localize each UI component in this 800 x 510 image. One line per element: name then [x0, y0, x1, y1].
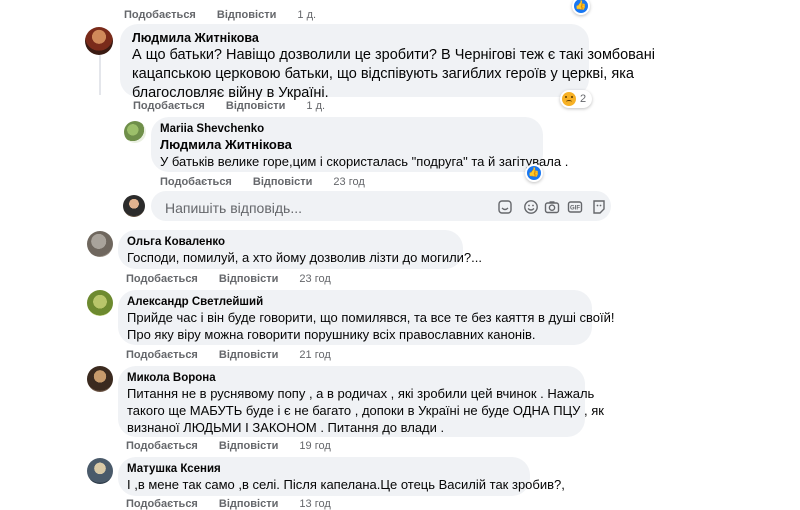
comment-text-line: кацапською церковою батьки, що відспівую… [132, 66, 634, 82]
comment-author[interactable]: Людмила Житнікова [132, 30, 577, 46]
reaction-summary[interactable] [525, 164, 543, 182]
comment-time[interactable]: 21 год [299, 349, 330, 361]
sad-face-icon [562, 92, 576, 106]
comment-time[interactable]: 1 д. [297, 9, 316, 21]
reaction-count: 2 [580, 93, 587, 105]
reply-input[interactable]: Напишіть відповідь... GIF [151, 191, 611, 221]
comment-author[interactable]: Mariia Shevchenko [160, 122, 534, 136]
comment-text-line: А що батьки? Навіщо дозволили це зробити… [132, 47, 655, 63]
avatar-sticker-icon[interactable] [591, 199, 607, 215]
comment-bubble: Матушка Ксения І ,в мене так само ,в сел… [118, 457, 565, 496]
comment-actions: Подобається Відповісти 23 год [126, 273, 331, 285]
avatar[interactable] [124, 121, 146, 143]
reply-link[interactable]: Відповісти [219, 273, 278, 285]
reaction-summary[interactable]: 2 [560, 90, 592, 108]
comment-text-line: Питання не в руснявому попу , а в родича… [127, 386, 595, 401]
comment-text-line: Прийде час і він буде говорити, що помил… [127, 310, 615, 325]
comment-text-line: такого ще МАБУТЬ буде і є не багато , до… [127, 403, 604, 418]
comment-time[interactable]: 23 год [299, 273, 330, 285]
thumbs-up-icon [527, 166, 541, 180]
comment-actions: Подобається Відповісти 13 год [126, 498, 331, 510]
thread-line [99, 55, 101, 95]
reply-link[interactable]: Відповісти [217, 9, 276, 21]
comment-actions: Подобається Відповісти 23 год [160, 176, 365, 188]
like-link[interactable]: Подобається [133, 100, 205, 112]
comment-time[interactable]: 13 год [299, 498, 330, 510]
comment-actions: Подобається Відповісти 19 год [126, 440, 331, 452]
current-user-avatar[interactable] [123, 195, 145, 217]
avatar[interactable] [87, 290, 113, 316]
comment-text-line: Господи, помилуй, а хто йому дозволив лі… [127, 250, 482, 265]
comment-bubble: Александр Светлейший Прийде час і він бу… [118, 290, 615, 345]
comment-actions: Подобається Відповісти 1 д. [133, 100, 325, 112]
camera-icon[interactable] [544, 199, 560, 215]
comment-author[interactable]: Александр Светлейший [127, 295, 583, 309]
reply-placeholder: Напишіть відповідь... [165, 200, 302, 216]
like-link[interactable]: Подобається [126, 273, 198, 285]
comment-bubble: Микола Ворона Питання не в руснявому поп… [118, 366, 604, 437]
comment-time[interactable]: 19 год [299, 440, 330, 452]
comment-author[interactable]: Матушка Ксения [127, 462, 521, 476]
comment-bubble: Mariia Shevchenko Людмила Житнікова У ба… [151, 117, 569, 172]
like-link[interactable]: Подобається [124, 9, 196, 21]
avatar[interactable] [85, 27, 113, 55]
avatar[interactable] [87, 458, 113, 484]
like-link[interactable]: Подобається [160, 176, 232, 188]
reply-link[interactable]: Відповісти [219, 349, 278, 361]
comment-actions: Подобається Відповісти 21 год [126, 349, 331, 361]
reply-link[interactable]: Відповісти [226, 100, 285, 112]
like-link[interactable]: Подобається [126, 349, 198, 361]
mention-link[interactable]: Людмила Житнікова [160, 136, 534, 153]
thumbs-up-icon [574, 0, 588, 13]
gif-icon[interactable]: GIF [567, 199, 583, 215]
comment-author[interactable]: Ольга Коваленко [127, 235, 454, 249]
emoji-icon[interactable] [523, 199, 539, 215]
comment-bubble: Людмила Житнікова А що батьки? Навіщо до… [120, 24, 655, 101]
comment-bubble: Ольга Коваленко Господи, помилуй, а хто … [118, 230, 482, 269]
reply-link[interactable]: Відповісти [219, 440, 278, 452]
avatar[interactable] [87, 231, 113, 257]
reply-link[interactable]: Відповісти [253, 176, 312, 188]
comment-actions-top: Подобається Відповісти 1 д. [124, 9, 316, 21]
like-link[interactable]: Подобається [126, 498, 198, 510]
like-link[interactable]: Подобається [126, 440, 198, 452]
svg-text:GIF: GIF [570, 206, 580, 212]
comment-author[interactable]: Микола Ворона [127, 371, 576, 385]
reply-link[interactable]: Відповісти [219, 498, 278, 510]
comment-text-line: визнаної ЛЮДЬМИ І ЗАКОНОМ . Питання до в… [127, 420, 445, 435]
sticker-icon[interactable] [497, 199, 513, 215]
comment-text-line: У батьків велике горе,цим і скористалась… [160, 154, 569, 169]
comment-time[interactable]: 23 год [333, 176, 364, 188]
comment-text-line: І ,в мене так само ,в селі. Після капела… [127, 477, 565, 492]
comment-text-line: Про яку віру можна говорити порушнику вс… [127, 327, 536, 342]
reaction-summary-top[interactable] [572, 0, 590, 15]
comment-time[interactable]: 1 д. [306, 100, 325, 112]
avatar[interactable] [87, 366, 113, 392]
